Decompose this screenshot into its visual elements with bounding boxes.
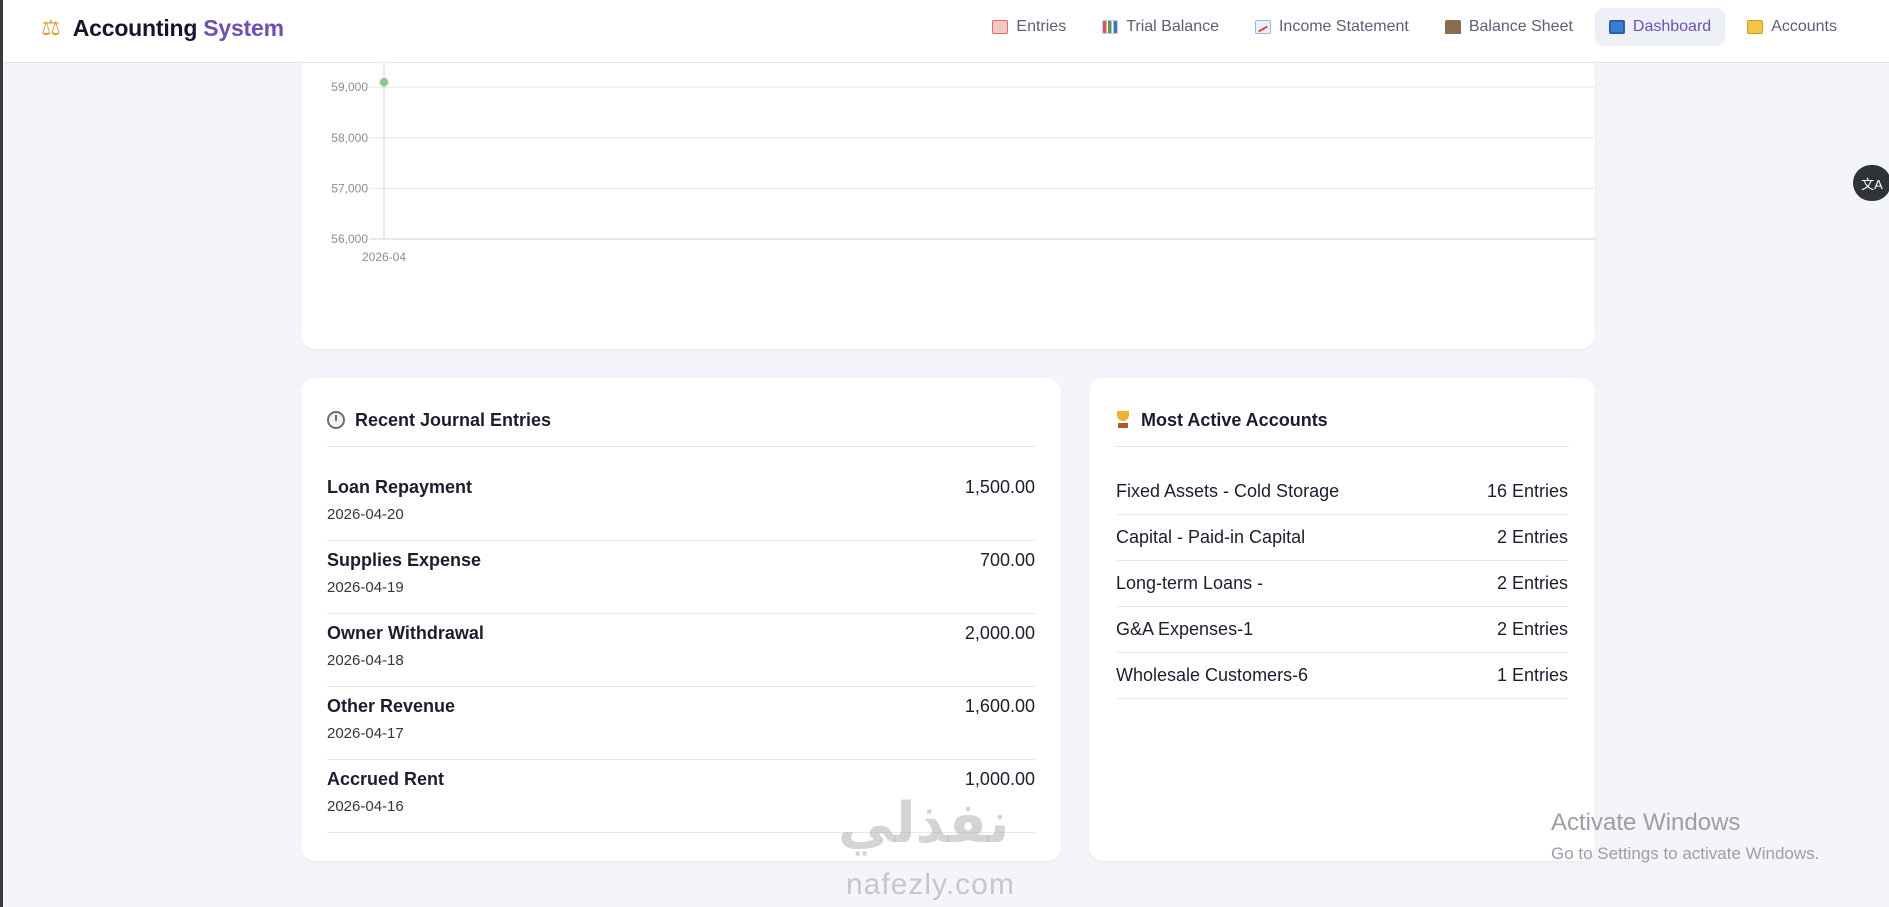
folder-icon (1747, 20, 1764, 34)
account-entry-count: 1 Entries (1496, 665, 1568, 685)
account-name: Capital - Paid-in Capital (1116, 527, 1306, 547)
entry-amount: 700.00 (979, 550, 1035, 570)
entry-date: 2026-04-18 (327, 652, 404, 669)
account-row[interactable]: Long-term Loans - 2 Entries (1116, 561, 1568, 607)
bar-chart-icon (1102, 20, 1119, 34)
account-row[interactable]: G&A Expenses-1 2 Entries (1116, 607, 1568, 653)
recent-entries-header: Recent Journal Entries (327, 409, 1035, 447)
chart-data-point (379, 77, 389, 87)
account-row[interactable]: Wholesale Customers-6 1 Entries (1116, 653, 1568, 699)
x-tick-label: 2026-04 (362, 250, 406, 264)
y-tick-label: 57,000 (331, 181, 368, 195)
balance-chart-card: 56,000 57,000 58,000 59,000 2026-04 (301, 40, 1595, 349)
entry-row[interactable]: Loan Repayment 2026-04-20 1,500.00 (327, 468, 1035, 541)
memo-icon (992, 20, 1009, 34)
account-name: Wholesale Customers-6 (1116, 665, 1309, 685)
main-nav: Entries Trial Balance Income Statement B… (978, 8, 1851, 46)
entry-name: Owner Withdrawal (327, 623, 484, 643)
activate-windows-watermark: Activate Windows Go to Settings to activ… (1551, 808, 1819, 865)
most-active-accounts-card: Most Active Accounts Fixed Assets - Cold… (1089, 378, 1595, 861)
nav-accounts-label: Accounts (1771, 18, 1837, 35)
account-name: Long-term Loans - (1116, 573, 1264, 593)
nav-dashboard[interactable]: Dashboard (1594, 8, 1726, 46)
account-name: Fixed Assets - Cold Storage (1116, 481, 1340, 501)
trending-up-icon (1254, 20, 1271, 34)
most-active-header: Most Active Accounts (1115, 409, 1569, 447)
account-entry-count: 2 Entries (1496, 619, 1568, 639)
nav-trial-balance[interactable]: Trial Balance (1088, 8, 1233, 46)
bank-icon (1444, 20, 1461, 34)
nav-dashboard-label: Dashboard (1632, 18, 1712, 35)
activate-windows-subtitle: Go to Settings to activate Windows. (1551, 844, 1820, 863)
monitor-icon (1608, 20, 1625, 34)
y-tick-label: 56,000 (331, 232, 368, 246)
brand-accent: System (203, 14, 284, 41)
entry-name: Other Revenue (327, 696, 456, 716)
clock-icon (327, 411, 345, 429)
nafezly-watermark-logo: نفذلي (838, 791, 1010, 854)
recent-entries-title: Recent Journal Entries (355, 410, 552, 430)
entry-date: 2026-04-17 (327, 725, 404, 742)
entry-amount: 1,500.00 (964, 477, 1035, 497)
account-name: G&A Expenses-1 (1116, 619, 1254, 639)
brand[interactable]: ⚖ Accounting System (41, 14, 284, 42)
nav-income-statement[interactable]: Income Statement (1241, 8, 1423, 46)
y-tick-label: 59,000 (331, 80, 368, 94)
entry-row[interactable]: Owner Withdrawal 2026-04-18 2,000.00 (327, 614, 1035, 687)
recent-entries-card: Recent Journal Entries Loan Repayment 20… (301, 378, 1061, 861)
nav-income-statement-label: Income Statement (1278, 18, 1409, 35)
nav-accounts[interactable]: Accounts (1733, 8, 1851, 46)
trophy-icon (1115, 411, 1131, 429)
entry-name: Supplies Expense (327, 550, 482, 570)
entry-row[interactable]: Other Revenue 2026-04-17 1,600.00 (327, 687, 1035, 760)
balance-line-chart: 56,000 57,000 58,000 59,000 2026-04 (331, 40, 1595, 264)
entry-date: 2026-04-20 (327, 506, 404, 523)
most-active-list: Fixed Assets - Cold Storage 16 Entries C… (1116, 469, 1568, 699)
translate-icon: 文A (1861, 176, 1883, 192)
entry-amount: 2,000.00 (964, 623, 1035, 643)
most-active-title: Most Active Accounts (1141, 410, 1328, 430)
nav-balance-sheet[interactable]: Balance Sheet (1431, 8, 1587, 46)
account-row[interactable]: Capital - Paid-in Capital 2 Entries (1116, 515, 1568, 561)
brand-main: Accounting (72, 14, 198, 41)
scales-icon: ⚖ (41, 15, 61, 40)
nav-entries-label: Entries (1016, 18, 1067, 35)
nav-trial-balance-label: Trial Balance (1126, 18, 1219, 35)
account-entry-count: 16 Entries (1486, 481, 1568, 501)
account-row[interactable]: Fixed Assets - Cold Storage 16 Entries (1116, 469, 1568, 515)
brand-title: Accounting System (73, 15, 284, 42)
entry-row[interactable]: Supplies Expense 2026-04-19 700.00 (327, 541, 1035, 614)
entry-name: Accrued Rent (327, 769, 445, 789)
window-frame-edge (0, 0, 3, 907)
entry-amount: 1,600.00 (964, 696, 1035, 716)
account-entry-count: 2 Entries (1496, 573, 1568, 593)
translate-button[interactable]: 文A (1853, 165, 1889, 201)
nav-entries[interactable]: Entries (978, 8, 1080, 46)
account-entry-count: 2 Entries (1496, 527, 1568, 547)
nav-balance-sheet-label: Balance Sheet (1468, 18, 1573, 35)
y-tick-label: 58,000 (331, 131, 368, 145)
top-navbar: ⚖ Accounting System Entries Trial Balance… (3, 0, 1889, 63)
entry-date: 2026-04-19 (327, 579, 404, 596)
entry-amount: 1,000.00 (964, 769, 1035, 789)
entry-date: 2026-04-16 (327, 798, 404, 815)
recent-entries-list: Loan Repayment 2026-04-20 1,500.00 Suppl… (327, 468, 1035, 833)
activate-windows-title: Activate Windows (1551, 809, 1741, 836)
nafezly-watermark-url: nafezly.com (846, 868, 1015, 901)
entry-name: Loan Repayment (327, 477, 473, 497)
